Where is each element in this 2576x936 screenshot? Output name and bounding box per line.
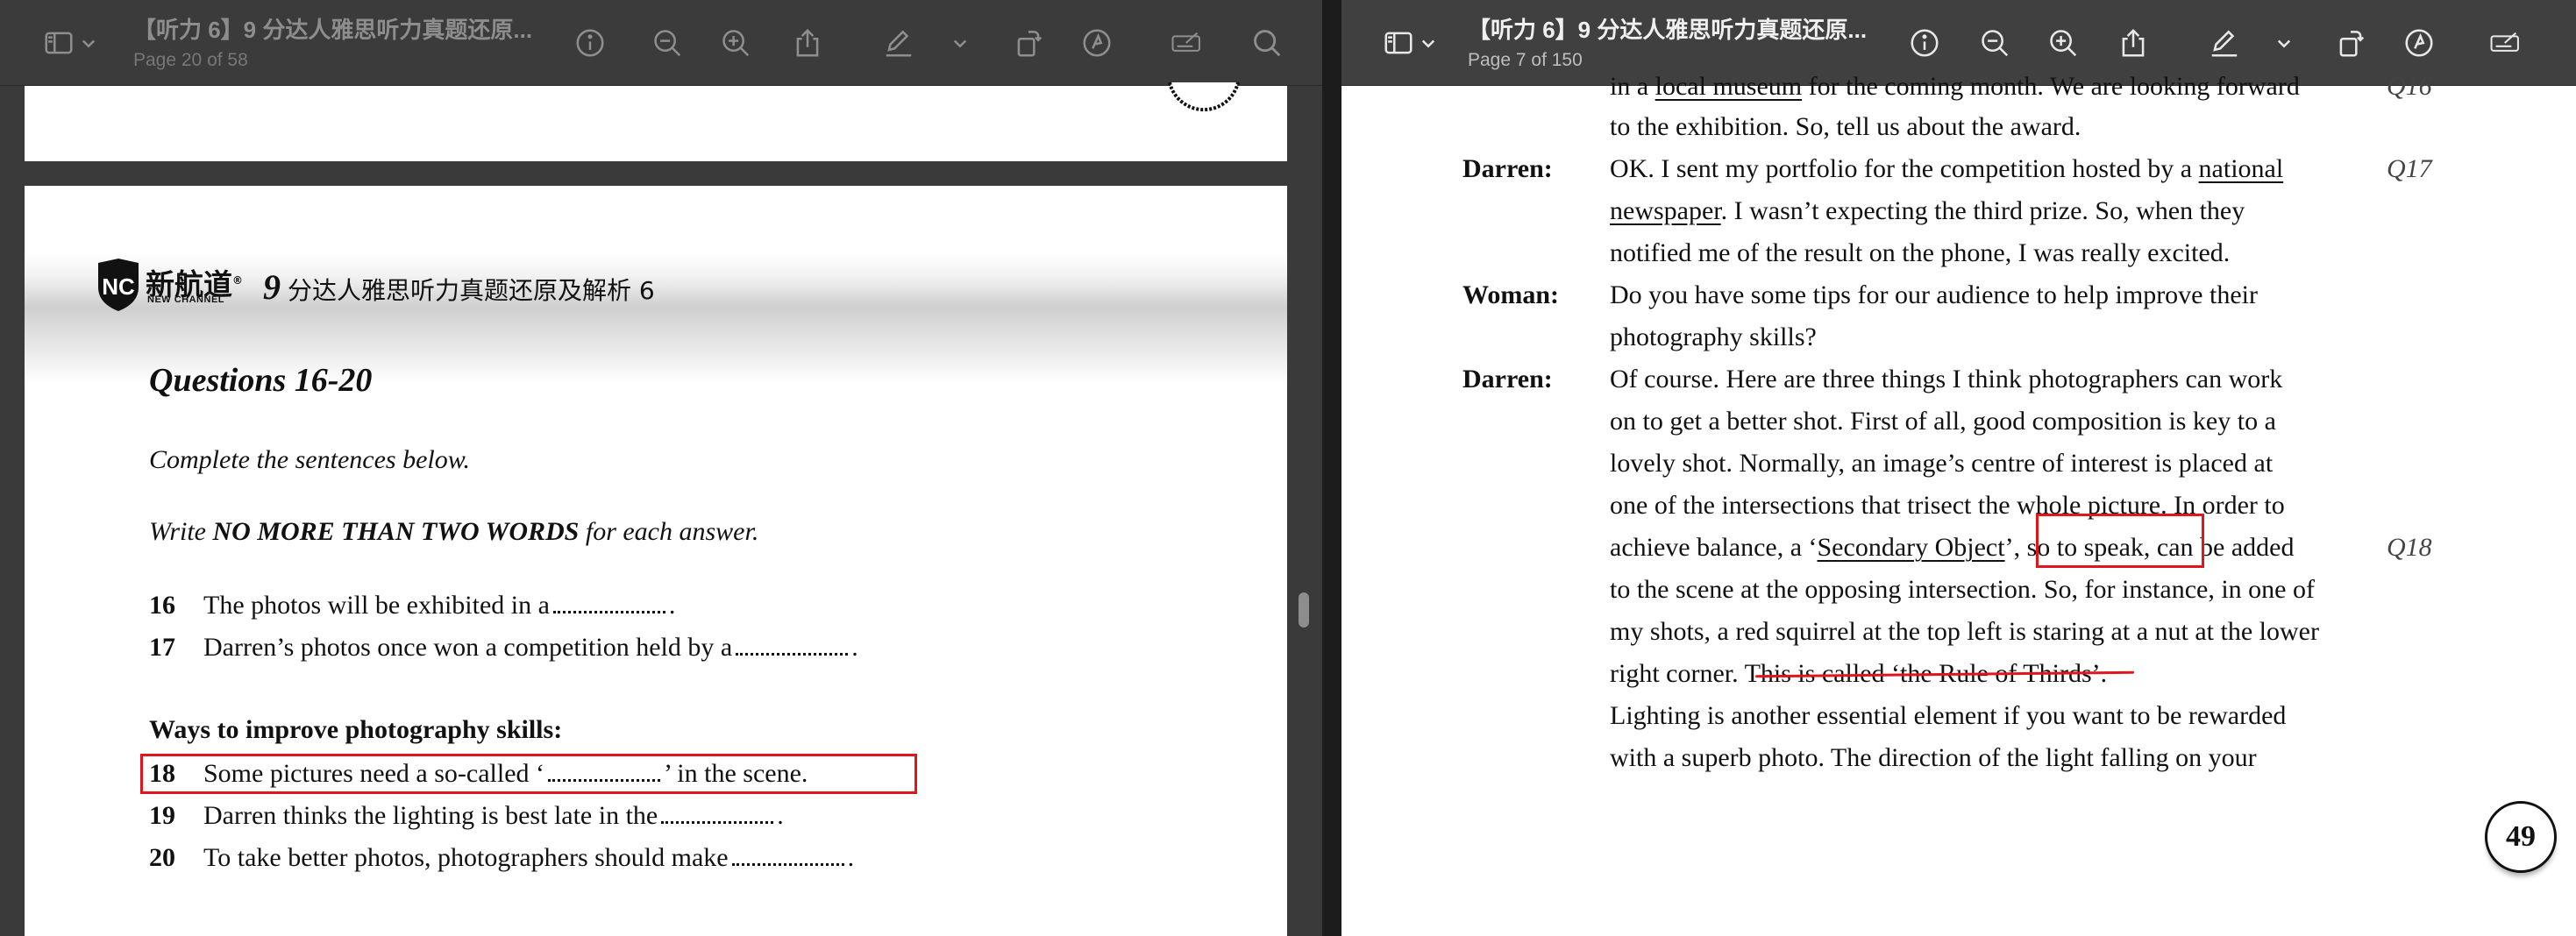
zoom-out-icon[interactable] [645,21,689,65]
transcript-line: to the scene at the opposing intersectio… [1610,575,2315,604]
chevron-down-icon[interactable] [1415,21,1441,65]
markup-circle-icon[interactable] [2397,21,2441,65]
markup-icon[interactable] [877,21,921,65]
instruction-word-limit: Write NO MORE THAN TWO WORDS for each an… [149,517,759,546]
left-document-pane[interactable]: 【听力 6】9 分达人雅思听力真题还原... Page 20 of 58 NC … [0,0,1322,936]
question-tag-q18: Q18 [2387,533,2432,562]
info-icon[interactable] [1903,21,1946,65]
transcript-line: Lighting is another essential element if… [1610,701,2287,730]
logo-text-en: NEW CHANNEL [147,294,224,305]
question-18-highlight-box [140,754,917,794]
question-tag-q16: Q16 [2387,72,2432,101]
so-to-speak-highlight-box [2036,514,2204,568]
transcript-line: notified me of the result on the phone, … [1610,238,2231,267]
chevron-down-icon[interactable] [2271,21,2297,65]
chevron-down-icon[interactable] [947,21,973,65]
transcript-line: photography skills? [1610,323,1817,351]
document-title: 【听力 6】9 分达人雅思听力真题还原... [133,17,533,43]
signature-icon[interactable] [1161,21,1213,65]
speaker-woman: Woman: [1462,280,1560,309]
scroll-indicator[interactable] [1299,592,1309,628]
sidebar-icon[interactable] [37,21,81,65]
rotate-icon[interactable] [1007,21,1050,65]
answer-blank [552,598,665,613]
sidebar-icon[interactable] [1377,21,1420,65]
right-document-pane[interactable]: 【听力 6】9 分达人雅思听力真题还原... Page 7 of 150 in … [1341,0,2576,936]
rotate-icon[interactable] [2329,21,2373,65]
transcript-line: OK. I sent my portfolio for the competit… [1610,154,2284,183]
answer-blank [661,808,774,824]
markup-icon[interactable] [2202,21,2246,65]
question-19: 19 Darren thinks the lighting is best lat… [149,801,784,830]
page-sheet: NC 新航道® NEW CHANNEL 9 分达人雅思听力真题还原及解析 6 Qu… [25,186,1287,936]
transcript-line: lovely shot. Normally, an image’s centre… [1610,449,2274,478]
transcript-line: on to get a better shot. First of all, g… [1610,407,2276,436]
markup-circle-icon[interactable] [1075,21,1119,65]
right-title-block: 【听力 6】9 分达人雅思听力真题还原... Page 7 of 150 [1468,12,1867,71]
chevron-down-icon[interactable] [75,21,102,65]
search-icon[interactable] [1245,21,1289,65]
question-20: 20 To take better photos, photographers s… [149,843,855,872]
speaker-darren: Darren: [1462,154,1553,183]
nc-logo-icon: NC [98,259,139,311]
transcript-line: Of course. Here are three things I think… [1610,365,2283,394]
question-17: 17 Darren’s photos once won a competition… [149,633,858,662]
document-title: 【听力 6】9 分达人雅思听力真题还原... [1468,17,1868,43]
page-number-badge-fragment [1168,82,1240,112]
transcript-line: in a local museum for the coming month. … [1610,72,2300,101]
page-indicator: Page 7 of 150 [1468,50,1583,70]
questions-heading: Questions 16-20 [149,362,373,399]
speaker-darren: Darren: [1462,365,1553,394]
split-view-divider[interactable] [1322,0,1341,936]
info-icon[interactable] [568,21,612,65]
series-title: 9 分达人雅思听力真题还原及解析 6 [263,267,655,307]
question-16: 16 The photos will be exhibited in a. [149,591,676,620]
zoom-out-icon[interactable] [1973,21,2017,65]
svg-text:NC: NC [102,273,135,300]
transcript-page: in a local museum for the coming month. … [1341,72,2576,936]
transcript-line: with a superb photo. The direction of th… [1610,743,2257,772]
signature-icon[interactable] [2480,21,2532,65]
transcript-line: my shots, a red squirrel at the top left… [1610,617,2319,646]
transcript-line: to the exhibition. So, tell us about the… [1610,112,2081,141]
answer-blank [736,640,849,656]
left-title-block: 【听力 6】9 分达人雅思听力真题还原... Page 20 of 58 [133,12,532,71]
answer-blank [731,850,844,866]
instruction-complete: Complete the sentences below. [149,445,471,474]
transcript-line: newspaper. I wasn’t expecting the third … [1610,196,2245,225]
zoom-in-icon[interactable] [714,21,758,65]
share-icon[interactable] [2111,21,2155,65]
transcript-line: Do you have some tips for our audience t… [1610,280,2258,309]
page-number-badge: 49 [2485,801,2557,873]
skills-subheading: Ways to improve photography skills: [149,715,563,744]
page-indicator: Page 20 of 58 [133,50,248,70]
previous-page-fragment [25,82,1287,161]
share-icon[interactable] [786,21,829,65]
zoom-in-icon[interactable] [2041,21,2085,65]
left-toolbar: 【听力 6】9 分达人雅思听力真题还原... Page 20 of 58 [0,0,1322,86]
question-tag-q17: Q17 [2387,154,2432,183]
